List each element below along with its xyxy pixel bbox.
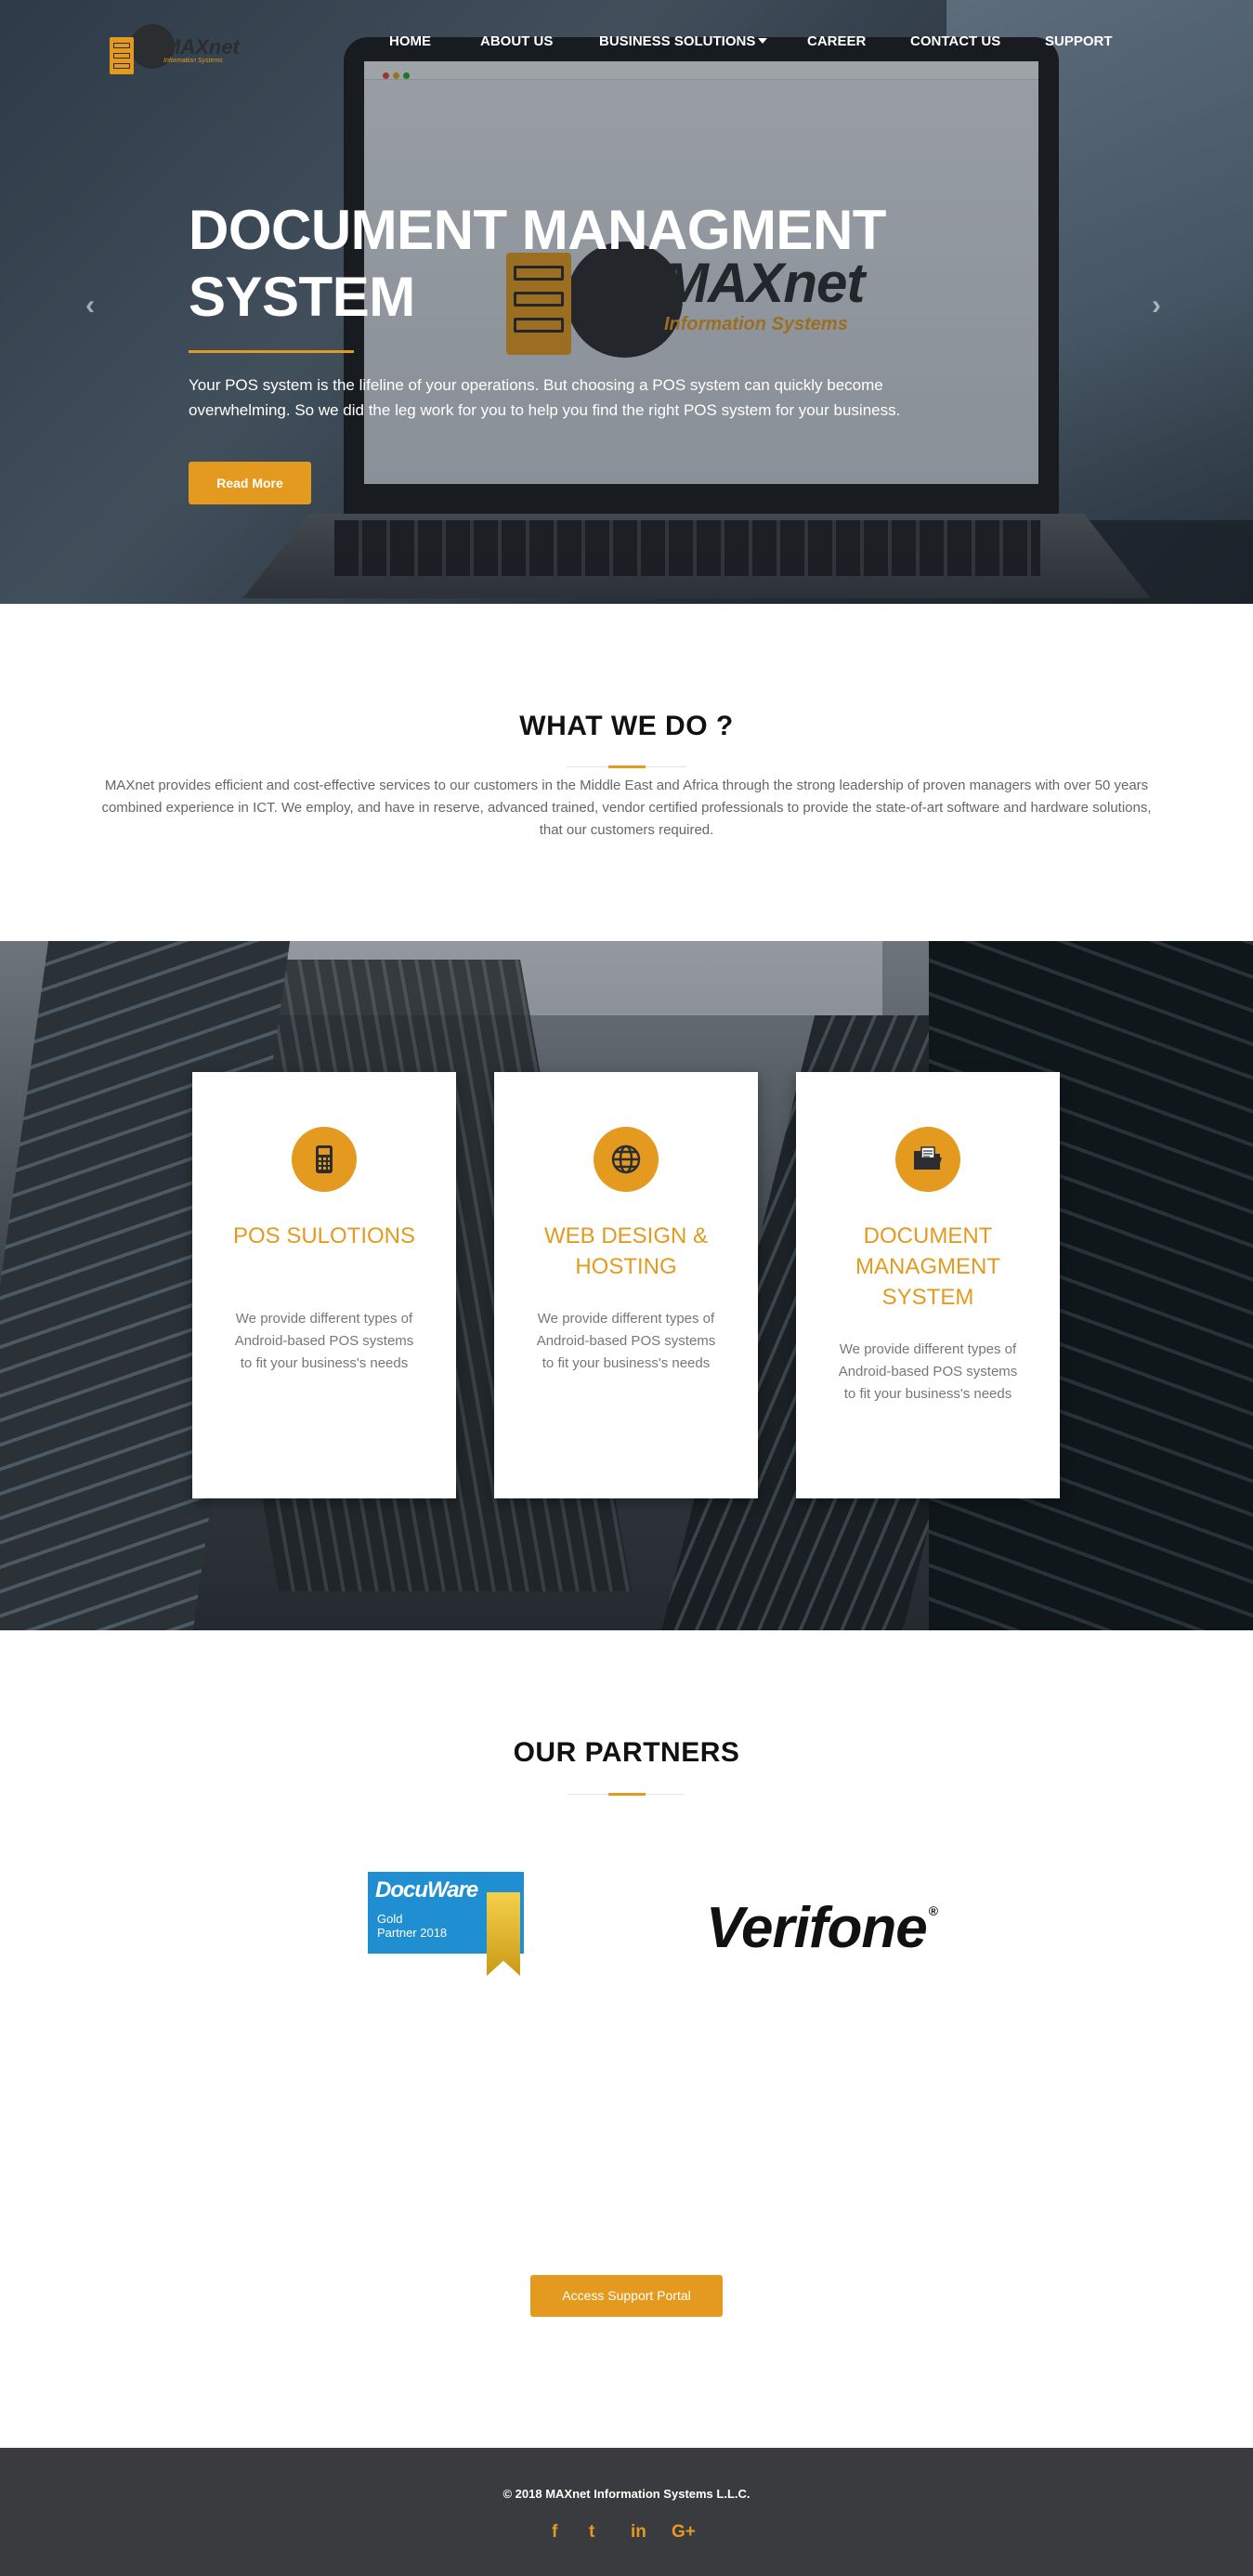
registered-mark: ® (928, 1903, 938, 1918)
nav-career[interactable]: CAREER (807, 33, 866, 49)
hero-title: DOCUMENT MANAGMENT SYSTEM (189, 199, 886, 328)
verifone-partner-logo[interactable]: Verifone ® (706, 1878, 994, 1960)
copyright-text: © 2018 MAXnet Information Systems L.L.C. (503, 2487, 750, 2501)
nav-home-label: HOME (389, 33, 431, 49)
logo-tagline: Information Systems (163, 58, 223, 64)
service-title: POS SULOTIONS (211, 1221, 437, 1251)
verifone-brand: Verifone (706, 1896, 928, 1960)
nav-home[interactable]: HOME (389, 33, 431, 49)
service-title-text: WEB DESIGN & HOSTING (543, 1223, 709, 1279)
service-title: DOCUMENT MANAGMENT SYSTEM (815, 1221, 1041, 1313)
service-description: We provide different types of Android-ba… (536, 1311, 716, 1371)
nav-contact-us[interactable]: CONTACT US (910, 33, 1000, 49)
service-description: We provide different types of Android-ba… (838, 1341, 1018, 1402)
what-we-do-divider (567, 765, 686, 768)
docuware-partner-logo[interactable]: DocuWare Gold Partner 2018 (368, 1872, 526, 1976)
service-description: We provide different types of Android-ba… (234, 1311, 414, 1371)
docuware-line1: Gold (377, 1912, 403, 1926)
partners-divider (568, 1793, 685, 1796)
nav-support-label: SUPPORT (1045, 33, 1113, 49)
docuware-line2: Partner 2018 (377, 1926, 448, 1940)
service-title-text: DOCUMENT MANAGMENT SYSTEM (855, 1223, 1000, 1310)
ribbon-icon (487, 1892, 520, 1976)
access-support-portal-button[interactable]: Access Support Portal (530, 2275, 723, 2317)
nav-support[interactable]: SUPPORT (1045, 33, 1113, 49)
nav-about-label: ABOUT US (480, 33, 554, 49)
read-more-button[interactable]: Read More (189, 462, 311, 504)
hero-divider (189, 350, 354, 353)
facebook-icon[interactable]: f (552, 2522, 557, 2543)
globe-icon (594, 1127, 659, 1192)
service-card-web[interactable]: WEB DESIGN & HOSTING We provide differen… (494, 1072, 758, 1498)
google-plus-icon[interactable]: G+ (672, 2522, 696, 2543)
what-we-do-text: MAXnet provides efficient and cost-effec… (101, 778, 1152, 838)
service-title-text: POS SULOTIONS (232, 1223, 416, 1249)
hero-text: Your POS system is the lifeline of your … (189, 376, 901, 419)
folder-icon (895, 1127, 960, 1192)
chevron-left-icon[interactable]: ‹ (85, 290, 104, 320)
service-card-pos[interactable]: POS SULOTIONS We provide different types… (192, 1072, 456, 1498)
service-card-dms[interactable]: DOCUMENT MANAGMENT SYSTEM We provide dif… (796, 1072, 1060, 1498)
nav-about-us[interactable]: ABOUT US (480, 33, 553, 49)
docuware-badge-text: Gold Partner 2018 (377, 1912, 447, 1940)
what-we-do-title: WHAT WE DO ? (519, 711, 734, 741)
nav-contact-label: CONTACT US (910, 33, 1001, 49)
nav-career-label: CAREER (807, 33, 867, 49)
nav-business-solutions[interactable]: BUSINESS SOLUTIONS (599, 33, 768, 49)
twitter-icon[interactable]: t (589, 2522, 594, 2543)
caret-down-icon (758, 38, 768, 44)
pos-terminal-icon (292, 1127, 357, 1192)
partners-title: OUR PARTNERS (513, 1737, 740, 1768)
docuware-brand: DocuWare (375, 1877, 478, 1903)
nav-business-label: BUSINESS SOLUTIONS (599, 33, 756, 49)
chevron-right-icon[interactable]: › (1152, 290, 1170, 320)
footer: © 2018 MAXnet Information Systems L.L.C.… (0, 2448, 1253, 2576)
service-title: WEB DESIGN & HOSTING (513, 1221, 739, 1282)
main-nav: HOME ABOUT US BUSINESS SOLUTIONS CAREER … (0, 33, 1253, 52)
linkedin-icon[interactable]: in (631, 2522, 646, 2543)
